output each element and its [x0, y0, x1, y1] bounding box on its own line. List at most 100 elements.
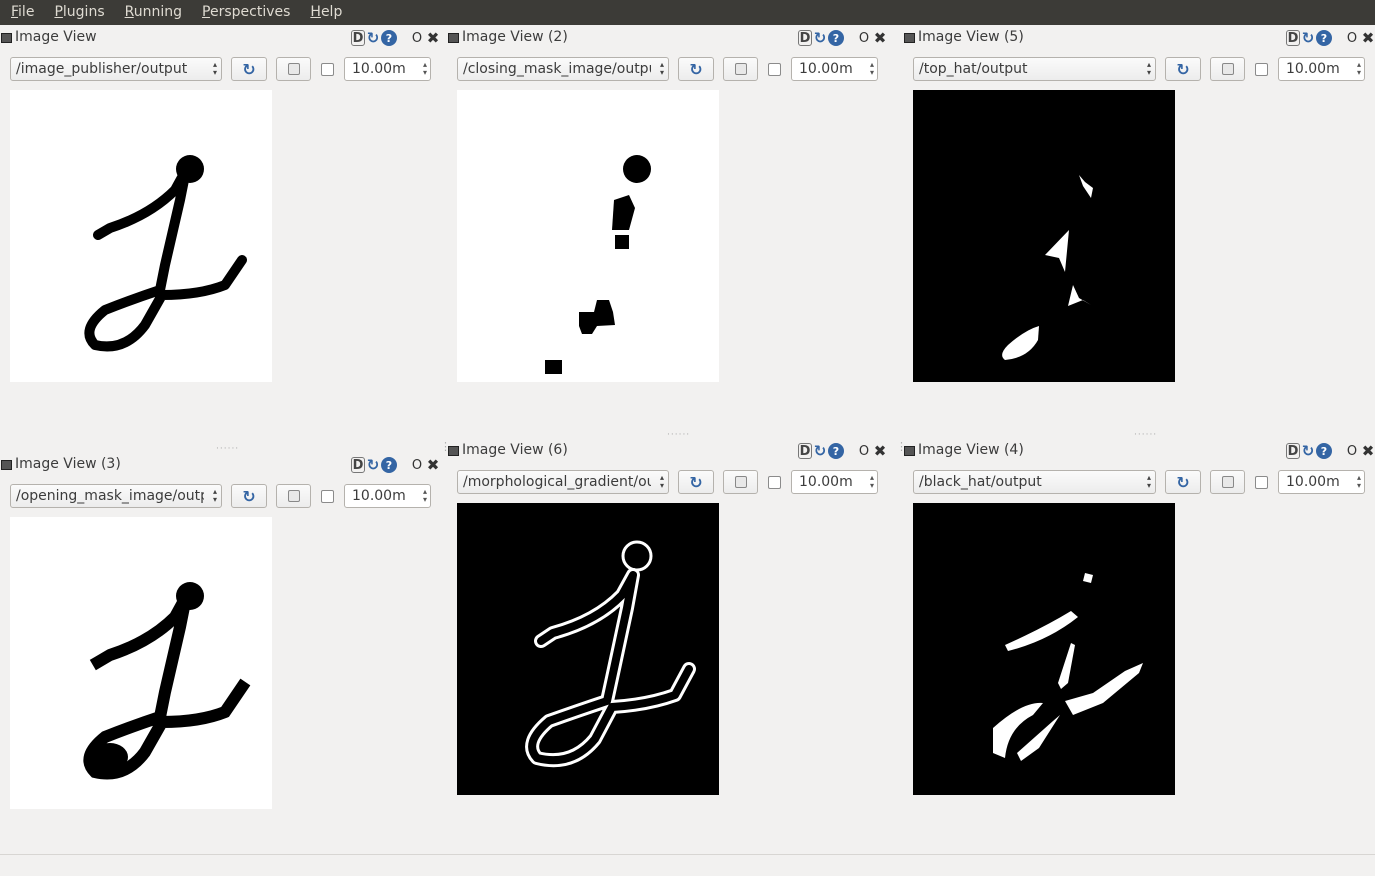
splitter-handle[interactable]: ⋮ [440, 440, 452, 453]
title-icons: D ↻ ? O ✖ [1286, 441, 1375, 461]
refresh-topics-button[interactable]: ↻ [678, 57, 714, 81]
debug-icon[interactable]: D [1286, 30, 1300, 46]
splitter-handle[interactable]: ······ [667, 430, 690, 440]
save-image-button[interactable] [723, 57, 758, 81]
reload-icon[interactable]: ↻ [1300, 30, 1316, 46]
spinbox-arrows-icon[interactable]: ▴ ▾ [1357, 61, 1361, 77]
options-icon[interactable]: O [858, 444, 870, 459]
topic-select[interactable]: /top_hat/output ▴ ▾ [913, 57, 1156, 81]
refresh-topics-button[interactable]: ↻ [678, 470, 714, 494]
image-display [913, 90, 1175, 382]
panel-title-bar[interactable]: Image View (3) D ↻ ? O ✖ [0, 453, 440, 477]
options-icon[interactable]: O [411, 458, 423, 473]
spinbox-arrows-icon[interactable]: ▴ ▾ [870, 61, 874, 77]
rotation-spinbox[interactable]: 10.00m ▴ ▾ [791, 470, 878, 494]
close-icon[interactable]: ✖ [1361, 29, 1375, 47]
smooth-checkbox[interactable] [768, 63, 781, 76]
refresh-topics-button[interactable]: ↻ [231, 57, 267, 81]
refresh-topics-button[interactable]: ↻ [1165, 470, 1201, 494]
refresh-icon: ↻ [242, 486, 256, 506]
debug-icon[interactable]: D [351, 30, 365, 46]
topic-select[interactable]: /black_hat/output ▴ ▾ [913, 470, 1156, 494]
menu-plugins[interactable]: Plugins [43, 0, 113, 25]
close-icon[interactable]: ✖ [426, 29, 440, 47]
smooth-checkbox[interactable] [1255, 476, 1268, 489]
spinbox-arrows-icon[interactable]: ▴ ▾ [423, 61, 427, 77]
dock-icon [1, 460, 12, 470]
debug-icon[interactable]: D [798, 30, 812, 46]
menu-running[interactable]: Running [114, 0, 191, 25]
spinbox-arrows-icon[interactable]: ▴ ▾ [870, 474, 874, 490]
topic-select[interactable]: /morphological_gradient/outp ▴ ▾ [457, 470, 669, 494]
spinbox-value: 10.00m [1286, 474, 1340, 490]
topic-select[interactable]: /closing_mask_image/output ▴ ▾ [457, 57, 669, 81]
reload-icon[interactable]: ↻ [812, 30, 828, 46]
menu-perspectives[interactable]: Perspectives [191, 0, 299, 25]
save-image-button[interactable] [276, 484, 311, 508]
panel-title-bar[interactable]: Image View (6) D ↻ ? O ✖ [447, 439, 887, 463]
help-icon[interactable]: ? [828, 443, 844, 459]
close-icon[interactable]: ✖ [873, 29, 887, 47]
rotation-spinbox[interactable]: 10.00m ▴ ▾ [1278, 470, 1365, 494]
reload-icon[interactable]: ↻ [365, 457, 381, 473]
save-image-button[interactable] [276, 57, 311, 81]
help-icon[interactable]: ? [828, 30, 844, 46]
topic-select[interactable]: /image_publisher/output ▴ ▾ [10, 57, 222, 81]
help-icon[interactable]: ? [1316, 30, 1332, 46]
panel-title-bar[interactable]: Image View (2) D ↻ ? O ✖ [447, 26, 887, 50]
save-image-button[interactable] [1210, 470, 1245, 494]
options-icon[interactable]: O [1346, 31, 1358, 46]
splitter-handle[interactable]: ⋮ [896, 440, 908, 453]
refresh-icon: ↻ [1176, 59, 1190, 79]
refresh-topics-button[interactable]: ↻ [231, 484, 267, 508]
image-background [457, 90, 719, 382]
refresh-icon: ↻ [1176, 472, 1190, 492]
splitter-handle[interactable]: ······ [1134, 430, 1157, 440]
processed-image [457, 503, 719, 795]
panel-title-bar[interactable]: Image View D ↻ ? O ✖ [0, 26, 440, 50]
options-icon[interactable]: O [411, 31, 423, 46]
image-display [10, 90, 272, 382]
help-icon[interactable]: ? [381, 30, 397, 46]
options-icon[interactable]: O [858, 31, 870, 46]
save-image-button[interactable] [1210, 57, 1245, 81]
panel-title: Image View (4) [918, 442, 1024, 458]
rotation-spinbox[interactable]: 10.00m ▴ ▾ [1278, 57, 1365, 81]
rotation-spinbox[interactable]: 10.00m ▴ ▾ [344, 57, 431, 81]
title-icons: D ↻ ? O ✖ [351, 455, 440, 475]
help-icon[interactable]: ? [381, 457, 397, 473]
combo-arrows-icon: ▴ ▾ [659, 60, 664, 77]
topic-select[interactable]: /opening_mask_image/outp ▴ ▾ [10, 484, 222, 508]
status-bar [0, 854, 1375, 855]
panel-title-bar[interactable]: Image View (4) D ↻ ? O ✖ [903, 439, 1374, 463]
save-icon [287, 63, 300, 75]
menu-file[interactable]: File [0, 0, 43, 25]
close-icon[interactable]: ✖ [426, 456, 440, 474]
close-icon[interactable]: ✖ [873, 442, 887, 460]
reload-icon[interactable]: ↻ [812, 443, 828, 459]
help-icon[interactable]: ? [1316, 443, 1332, 459]
combo-arrows-icon: ▴ ▾ [212, 60, 217, 77]
debug-icon[interactable]: D [351, 457, 365, 473]
save-image-button[interactable] [723, 470, 758, 494]
smooth-checkbox[interactable] [321, 63, 334, 76]
refresh-topics-button[interactable]: ↻ [1165, 57, 1201, 81]
splitter-handle[interactable]: ······ [216, 444, 239, 454]
menu-help[interactable]: Help [299, 0, 351, 25]
spinbox-arrows-icon[interactable]: ▴ ▾ [1357, 474, 1361, 490]
reload-icon[interactable]: ↻ [1300, 443, 1316, 459]
close-icon[interactable]: ✖ [1361, 442, 1375, 460]
options-icon[interactable]: O [1346, 444, 1358, 459]
rotation-spinbox[interactable]: 10.00m ▴ ▾ [791, 57, 878, 81]
rotation-spinbox[interactable]: 10.00m ▴ ▾ [344, 484, 431, 508]
smooth-checkbox[interactable] [768, 476, 781, 489]
debug-icon[interactable]: D [798, 443, 812, 459]
smooth-checkbox[interactable] [1255, 63, 1268, 76]
reload-icon[interactable]: ↻ [365, 30, 381, 46]
smooth-checkbox[interactable] [321, 490, 334, 503]
spinbox-value: 10.00m [352, 61, 406, 77]
debug-icon[interactable]: D [1286, 443, 1300, 459]
spinbox-arrows-icon[interactable]: ▴ ▾ [423, 488, 427, 504]
refresh-icon: ↻ [689, 472, 703, 492]
panel-title-bar[interactable]: Image View (5) D ↻ ? O ✖ [903, 26, 1374, 50]
